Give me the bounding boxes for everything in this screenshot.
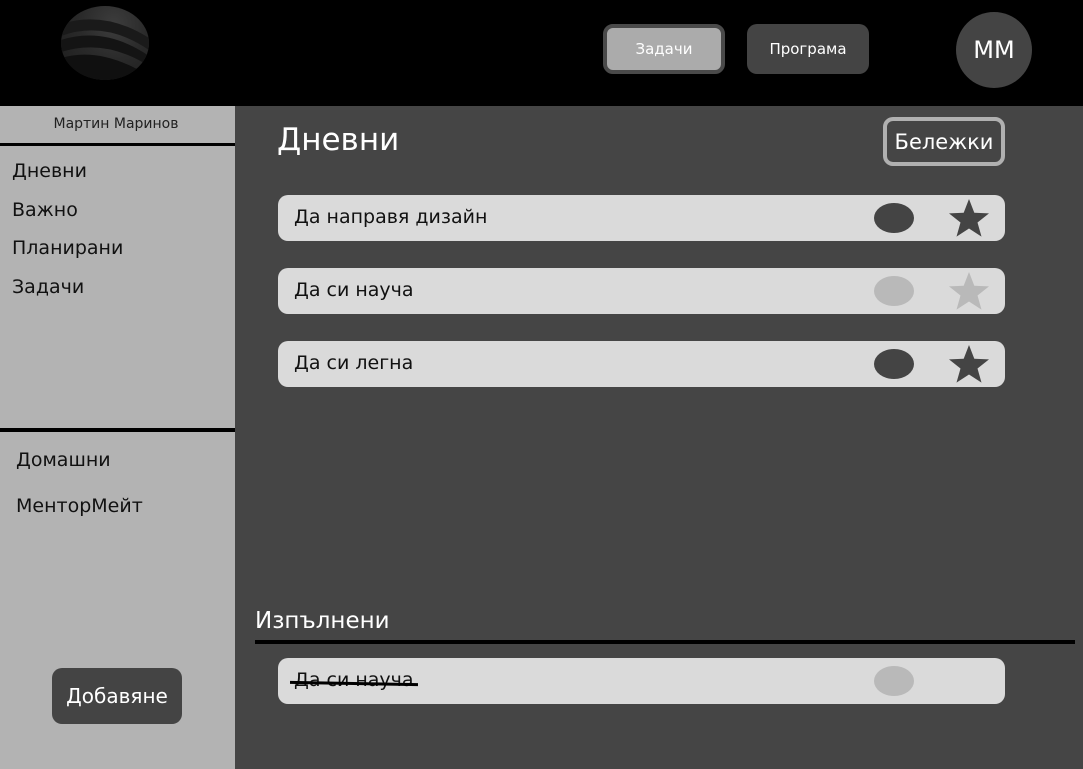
sidebar-list-mentormate[interactable]: МенторМейт: [16, 495, 143, 517]
tab-schedule[interactable]: Програма: [747, 24, 869, 74]
avatar[interactable]: ММ: [956, 12, 1032, 88]
completed-section-title: Изпълнени: [255, 608, 390, 634]
star-icon[interactable]: [945, 343, 993, 385]
star-icon[interactable]: [945, 197, 993, 239]
user-name: Мартин Маринов: [53, 116, 179, 132]
task-row[interactable]: Да направя дизайн: [278, 195, 1005, 241]
task-label: Да си легна: [294, 352, 414, 374]
task-toggle[interactable]: [874, 203, 914, 233]
page-title: Дневни: [277, 122, 400, 158]
task-row[interactable]: Да си науча: [278, 268, 1005, 314]
top-bar: Задачи Програма ММ: [0, 0, 1083, 106]
main-panel: Дневни Бележки Да направя дизайн Да си н…: [235, 106, 1083, 769]
sidebar-item-important[interactable]: Важно: [12, 199, 78, 221]
logo-icon: [61, 19, 149, 80]
sidebar-item-planned[interactable]: Планирани: [12, 237, 123, 259]
sidebar-item-tasks[interactable]: Задачи: [12, 276, 84, 298]
task-toggle[interactable]: [874, 276, 914, 306]
tab-tasks[interactable]: Задачи: [603, 24, 725, 74]
task-label: Да си науча: [294, 669, 414, 691]
section-divider: [255, 640, 1075, 644]
sidebar: Мартин Маринов Дневни Важно Планирани За…: [0, 106, 235, 769]
add-button[interactable]: Добавяне: [52, 668, 182, 724]
task-label: Да направя дизайн: [294, 206, 488, 228]
sidebar-divider: [0, 428, 235, 432]
task-row[interactable]: Да си легна: [278, 341, 1005, 387]
star-icon[interactable]: [945, 270, 993, 312]
logo: [61, 6, 149, 80]
sidebar-list-homework[interactable]: Домашни: [16, 449, 111, 471]
task-toggle[interactable]: [874, 666, 914, 696]
sidebar-item-daily[interactable]: Дневни: [12, 160, 87, 182]
task-label: Да си науча: [294, 279, 414, 301]
sidebar-divider: [0, 143, 235, 146]
completed-task-row[interactable]: Да си науча: [278, 658, 1005, 704]
task-toggle[interactable]: [874, 349, 914, 379]
notes-button[interactable]: Бележки: [883, 117, 1005, 166]
